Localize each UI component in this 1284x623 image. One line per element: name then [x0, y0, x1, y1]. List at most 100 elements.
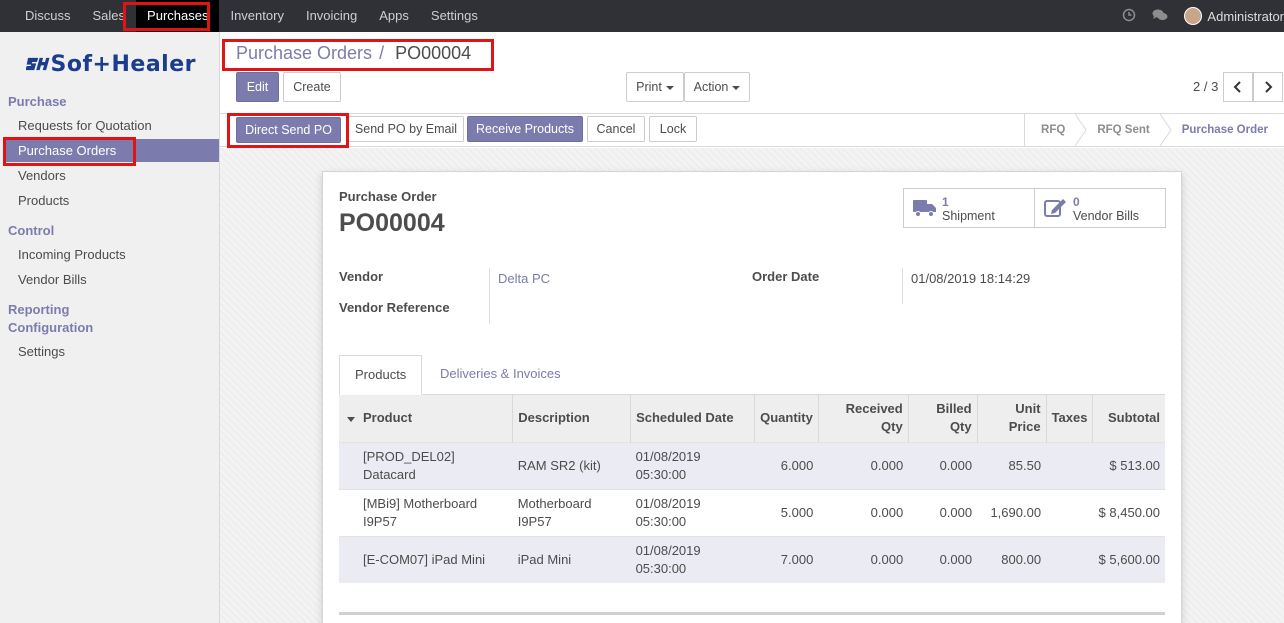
line-quantity[interactable]: 7.000 — [754, 535, 819, 583]
table-row[interactable]: [PROD_DEL02] Datacard RAM SR2 (kit) 01/0… — [339, 441, 1165, 489]
tab-products[interactable]: Products — [339, 355, 423, 395]
line-unit-price[interactable]: 85.50 — [977, 441, 1047, 489]
line-description[interactable]: RAM SR2 (kit) — [512, 441, 631, 489]
receive-products-button[interactable]: Receive Products — [467, 116, 583, 142]
column-header-subtotal[interactable]: Subtotal — [1092, 395, 1165, 442]
line-received-qty[interactable]: 0.000 — [818, 441, 909, 489]
sidebar-item-vendors[interactable]: Vendors — [4, 164, 219, 187]
menu-apps[interactable]: Apps — [368, 0, 420, 32]
stage-label: RFQ Sent — [1097, 124, 1150, 136]
line-product[interactable]: [PROD_DEL02] Datacard — [357, 441, 513, 489]
status-stages: RFQ RFQ Sent Purchase Order — [1024, 114, 1284, 146]
sidebar-section-purchase[interactable]: Purchase — [8, 94, 67, 109]
stage-rfq-sent[interactable]: RFQ Sent — [1081, 114, 1172, 146]
row-handle — [339, 441, 358, 489]
order-date-field[interactable]: 01/08/2019 18:14:29 — [911, 271, 1030, 286]
line-scheduled-date[interactable]: 01/08/2019 05:30:00 — [630, 535, 755, 583]
sidebar-section-reporting[interactable]: Reporting — [8, 302, 69, 317]
stage-rfq[interactable]: RFQ — [1025, 114, 1087, 146]
create-button[interactable]: Create — [283, 72, 341, 102]
line-unit-price[interactable]: 1,690.00 — [977, 488, 1047, 536]
chevron-right-icon — [1265, 81, 1273, 93]
line-billed-qty[interactable]: 0.000 — [908, 535, 978, 583]
line-description[interactable]: Motherboard I9P57 — [512, 488, 631, 536]
sidebar-section-configuration[interactable]: Configuration — [8, 320, 93, 335]
menu-sales[interactable]: Sales — [82, 0, 137, 32]
table-footer-divider — [339, 612, 1165, 615]
chat-icon[interactable] — [1152, 8, 1168, 25]
sidebar-item-requests-for-quotation[interactable]: Requests for Quotation — [4, 114, 219, 137]
line-billed-qty[interactable]: 0.000 — [908, 488, 978, 536]
vendor-label: Vendor — [339, 269, 384, 284]
stage-label: RFQ — [1041, 124, 1066, 136]
lock-button[interactable]: Lock — [649, 116, 697, 142]
table-row[interactable]: [E-COM07] iPad Mini iPad Mini 01/08/2019… — [339, 535, 1165, 583]
breadcrumb-parent[interactable]: Purchase Orders — [236, 43, 372, 63]
print-dropdown[interactable]: Print — [626, 72, 684, 102]
menu-inventory[interactable]: Inventory — [219, 0, 294, 32]
line-description[interactable]: iPad Mini — [512, 535, 631, 583]
avatar[interactable] — [1184, 7, 1203, 25]
line-product[interactable]: [MBi9] Motherboard I9P57 — [357, 488, 513, 536]
sort-handle-header[interactable] — [339, 395, 358, 442]
sidebar-item-purchase-orders[interactable]: Purchase Orders — [4, 139, 219, 162]
send-po-by-email-button[interactable]: Send PO by Email — [348, 116, 464, 142]
line-received-qty[interactable]: 0.000 — [818, 488, 909, 536]
company-logo: Sof+Healer — [26, 50, 196, 78]
clock-icon[interactable] — [1122, 8, 1136, 25]
line-quantity[interactable]: 6.000 — [754, 441, 819, 489]
line-received-qty[interactable]: 0.000 — [818, 535, 909, 583]
pager-next-button[interactable] — [1253, 72, 1283, 102]
column-header-description[interactable]: Description — [512, 395, 632, 442]
sidebar-section-control[interactable]: Control — [8, 223, 54, 238]
line-taxes[interactable] — [1046, 441, 1093, 489]
sidebar-item-vendor-bills[interactable]: Vendor Bills — [4, 268, 219, 291]
cancel-button[interactable]: Cancel — [587, 116, 645, 142]
line-taxes[interactable] — [1046, 488, 1093, 536]
menu-purchases[interactable]: Purchases — [136, 0, 220, 32]
row-handle — [339, 535, 358, 583]
logo-text: Sof+Healer — [50, 51, 196, 77]
shipment-smart-button[interactable]: 1 Shipment — [903, 188, 1035, 228]
action-dropdown[interactable]: Action — [684, 72, 750, 102]
line-unit-price[interactable]: 800.00 — [977, 535, 1047, 583]
edit-button[interactable]: Edit — [236, 72, 279, 102]
line-scheduled-date[interactable]: 01/08/2019 05:30:00 — [630, 441, 755, 489]
line-quantity[interactable]: 5.000 — [754, 488, 819, 536]
column-header-quantity[interactable]: Quantity — [754, 395, 819, 442]
line-subtotal: $ 8,450.00 — [1092, 488, 1165, 536]
line-taxes[interactable] — [1046, 535, 1093, 583]
vendor-field[interactable]: Delta PC — [498, 271, 550, 286]
column-header-unit-price[interactable]: Unit Price — [977, 395, 1047, 442]
caret-down-icon — [732, 85, 741, 90]
table-row[interactable]: [MBi9] Motherboard I9P57 Motherboard I9P… — [339, 488, 1165, 536]
line-product[interactable]: [E-COM07] iPad Mini — [357, 535, 513, 583]
line-subtotal: $ 513.00 — [1092, 441, 1165, 489]
field-divider — [489, 268, 490, 324]
column-header-billed-qty[interactable]: Billed Qty — [908, 395, 978, 442]
row-handle — [339, 488, 358, 536]
sidebar-item-incoming-products[interactable]: Incoming Products — [4, 243, 219, 266]
pager-value[interactable]: 2 / 3 — [1193, 79, 1218, 94]
user-name[interactable]: Administrator — [1207, 9, 1284, 24]
column-header-product[interactable]: Product — [357, 395, 514, 442]
order-date-label: Order Date — [752, 269, 820, 284]
top-navbar: Discuss Sales Purchases Inventory Invoic… — [0, 0, 1284, 32]
print-label: Print — [636, 80, 662, 94]
menu-discuss[interactable]: Discuss — [14, 0, 82, 32]
tab-deliveries-invoices[interactable]: Deliveries & Invoices — [425, 355, 576, 395]
column-header-scheduled-date[interactable]: Scheduled Date — [630, 395, 755, 442]
sidebar-item-settings[interactable]: Settings — [4, 340, 219, 363]
menu-invoicing[interactable]: Invoicing — [295, 0, 368, 32]
line-scheduled-date[interactable]: 01/08/2019 05:30:00 — [630, 488, 755, 536]
table-header-row: Product Description Scheduled Date Quant… — [339, 395, 1165, 442]
pager-previous-button[interactable] — [1223, 72, 1253, 102]
menu-settings[interactable]: Settings — [420, 0, 489, 32]
column-header-taxes[interactable]: Taxes — [1046, 395, 1094, 442]
vendor-bills-smart-button[interactable]: 0 Vendor Bills — [1034, 188, 1166, 228]
column-header-received-qty[interactable]: Received Qty — [818, 395, 909, 442]
sidebar-item-products[interactable]: Products — [4, 189, 219, 212]
stage-purchase-order[interactable]: Purchase Order — [1166, 114, 1284, 146]
direct-send-po-button[interactable]: Direct Send PO — [236, 117, 341, 143]
line-billed-qty[interactable]: 0.000 — [908, 441, 978, 489]
